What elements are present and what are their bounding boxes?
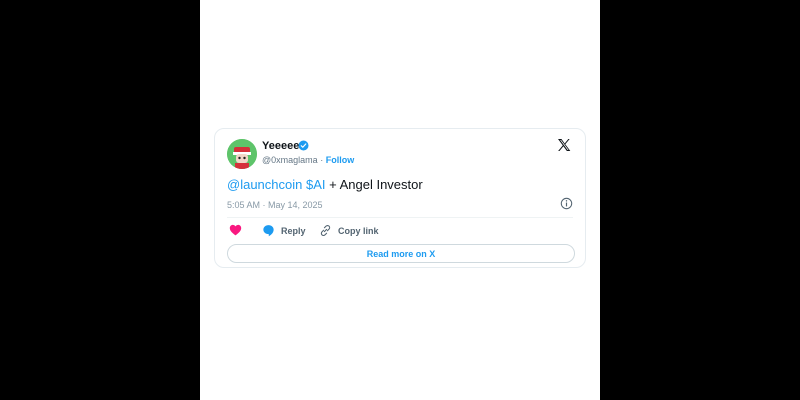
display-name[interactable]: Yeeeee (262, 140, 299, 152)
like-button[interactable] (229, 224, 242, 236)
heart-icon (229, 224, 242, 236)
reply-label: Reply (281, 225, 306, 236)
mention-link[interactable]: @launchcoin (227, 177, 302, 192)
user-handle[interactable]: @0xmaglama (262, 155, 318, 165)
tweet-text-rest: + Angel Investor (325, 177, 423, 192)
cashtag-link[interactable]: $AI (306, 177, 326, 192)
x-logo-icon[interactable] (556, 137, 572, 153)
tweet-text: @launchcoin $AI + Angel Investor (227, 177, 423, 192)
read-more-button[interactable]: Read more on X (227, 244, 575, 263)
link-icon (320, 225, 331, 236)
reply-bubble-icon (263, 225, 274, 237)
reply-button[interactable]: Reply (262, 224, 306, 237)
tweet-card[interactable]: Yeeeee @0xmaglama · Follow @launchcoin $… (214, 128, 586, 268)
follow-button[interactable]: Follow (326, 155, 355, 165)
avatar[interactable] (227, 139, 257, 169)
embed-viewport: Yeeeee @0xmaglama · Follow @launchcoin $… (200, 0, 600, 400)
copy-link-label: Copy link (338, 225, 379, 236)
copy-link-button[interactable]: Copy link (319, 224, 379, 237)
verified-badge-icon (298, 140, 309, 151)
separator-dot: · (320, 155, 324, 165)
divider (227, 217, 573, 218)
timestamp[interactable]: 5:05 AM · May 14, 2025 (227, 200, 323, 210)
handle-row: @0xmaglama · Follow (262, 155, 354, 165)
info-icon[interactable] (560, 197, 573, 210)
